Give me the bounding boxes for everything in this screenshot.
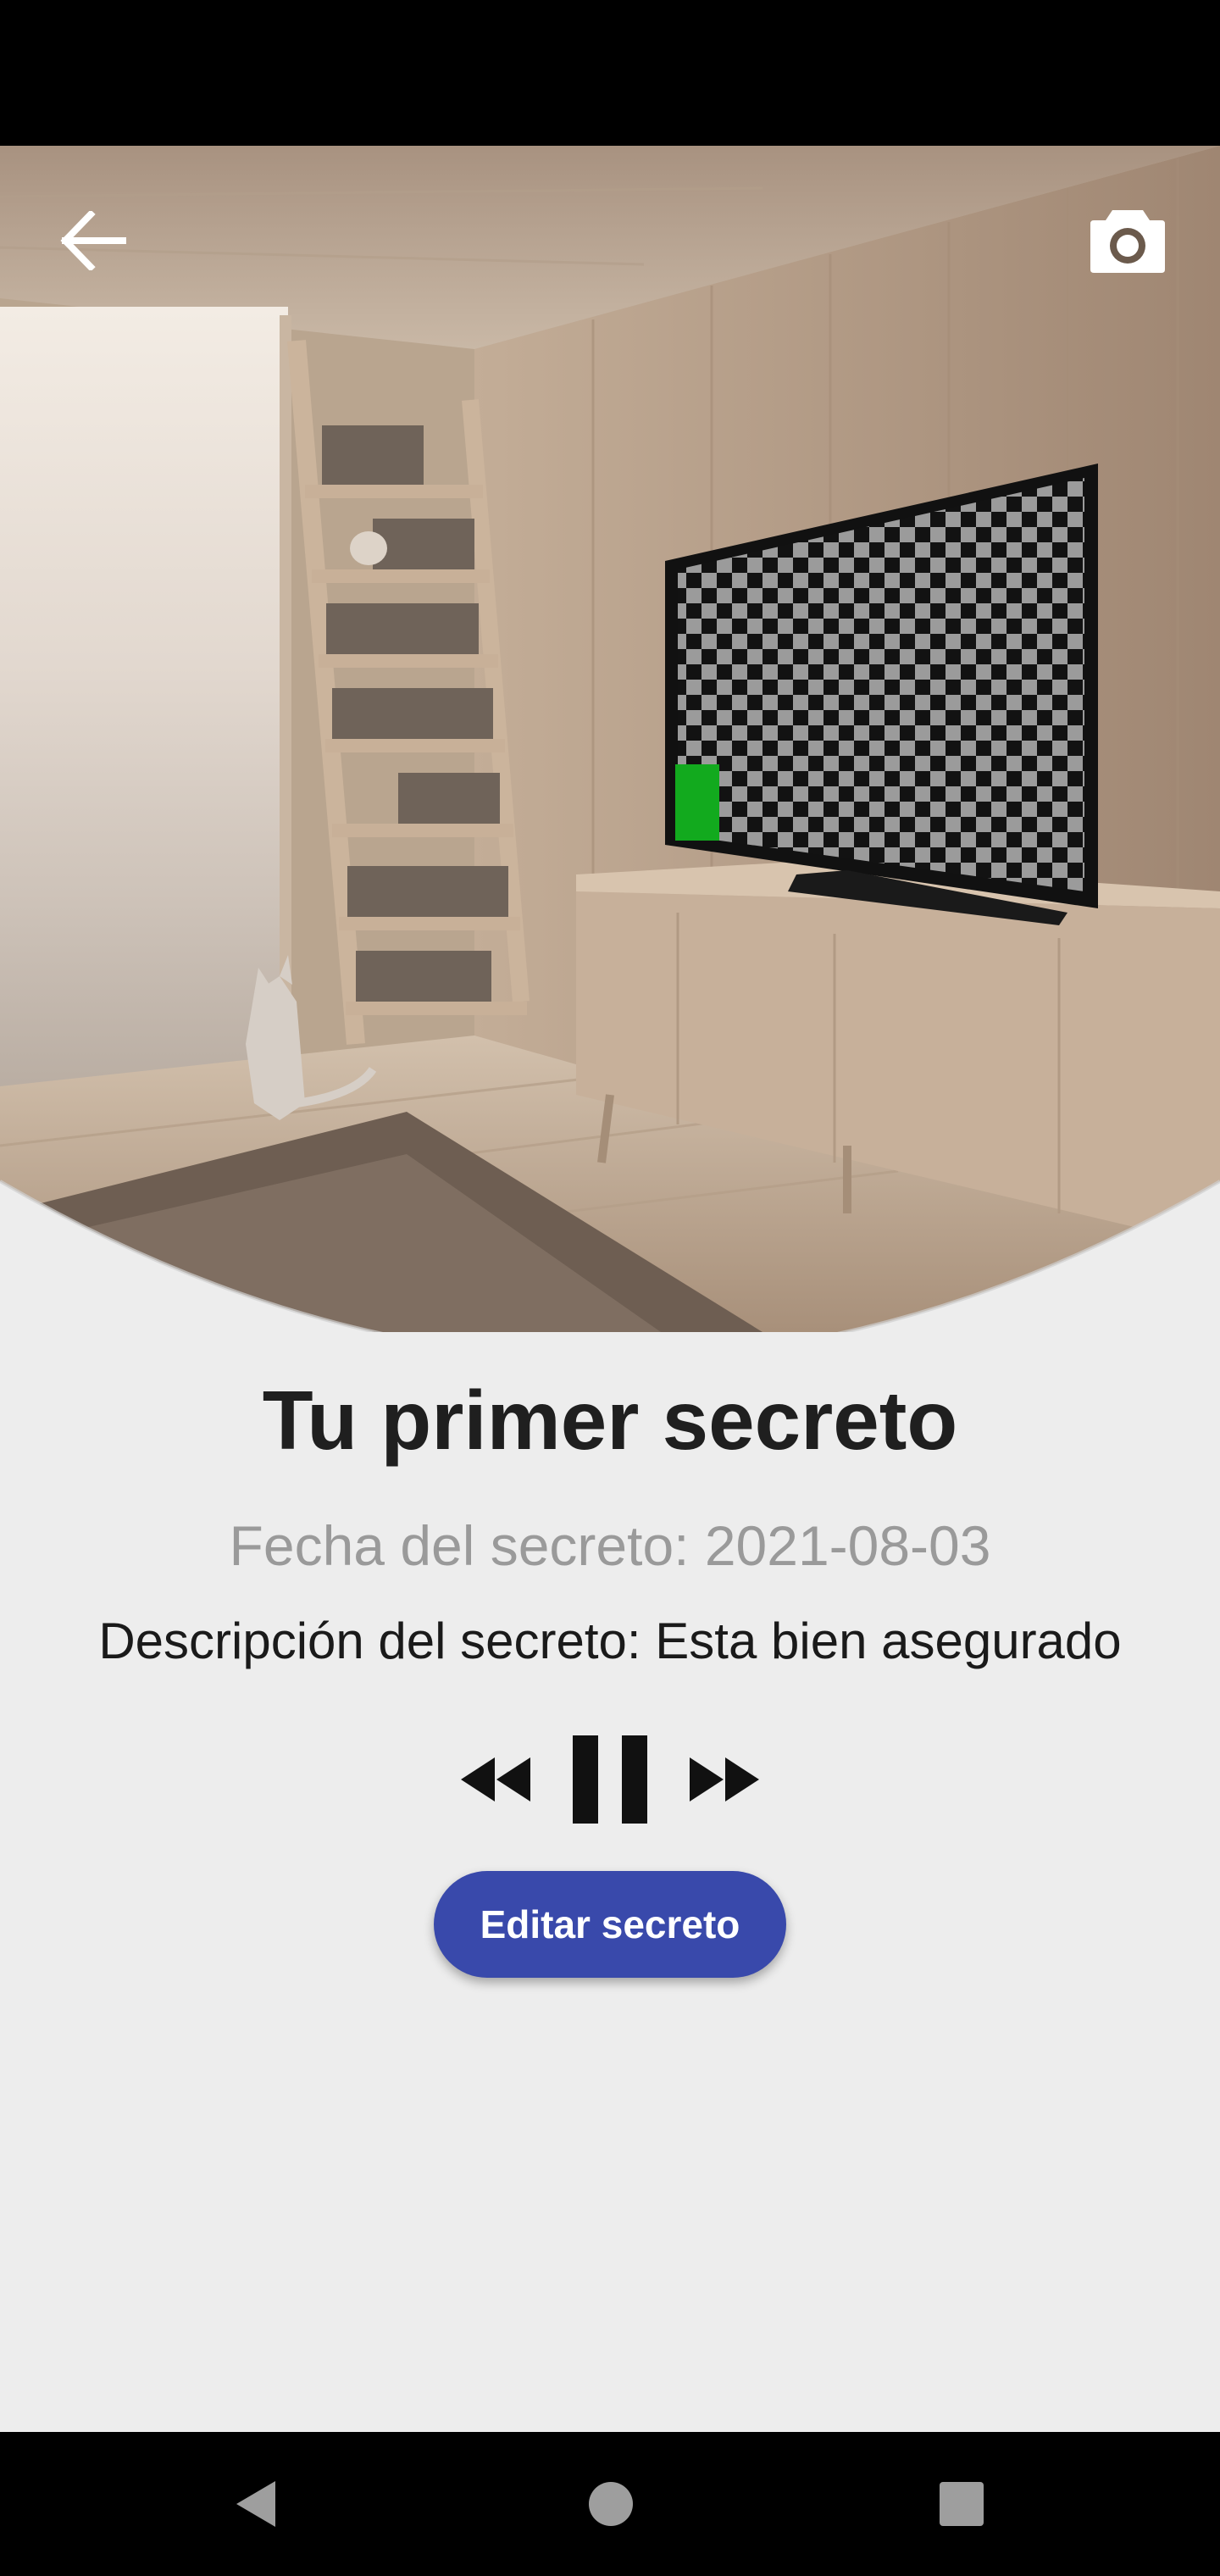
camera-icon xyxy=(1090,210,1165,273)
nav-back-button[interactable] xyxy=(217,2466,293,2542)
camera-button[interactable] xyxy=(1081,198,1174,283)
status-bar xyxy=(0,0,1220,146)
secret-description: Descripción del secreto: Esta bien asegu… xyxy=(98,1613,1122,1669)
nav-back-icon xyxy=(236,2481,275,2527)
nav-recent-button[interactable] xyxy=(923,2466,1000,2542)
fast-forward-icon xyxy=(690,1757,759,1802)
screen: Tu primer secreto Fecha del secreto: 202… xyxy=(0,0,1220,2576)
fast-forward-button[interactable] xyxy=(686,1754,762,1805)
nav-home-button[interactable] xyxy=(573,2466,649,2542)
secret-title: Tu primer secreto xyxy=(262,1374,958,1467)
hero-image xyxy=(0,146,1220,1332)
playback-controls xyxy=(458,1729,762,1830)
navigation-bar xyxy=(0,2432,1220,2576)
edit-secret-button[interactable]: Editar secreto xyxy=(434,1871,786,1978)
arrow-back-icon xyxy=(60,211,126,270)
rewind-icon xyxy=(461,1757,530,1802)
back-button[interactable] xyxy=(51,198,136,283)
rewind-button[interactable] xyxy=(458,1754,534,1805)
pause-icon xyxy=(573,1735,647,1824)
pause-button[interactable] xyxy=(571,1735,649,1824)
nav-home-icon xyxy=(589,2482,633,2526)
nav-recent-icon xyxy=(940,2482,984,2526)
secret-date: Fecha del secreto: 2021-08-03 xyxy=(229,1514,991,1577)
